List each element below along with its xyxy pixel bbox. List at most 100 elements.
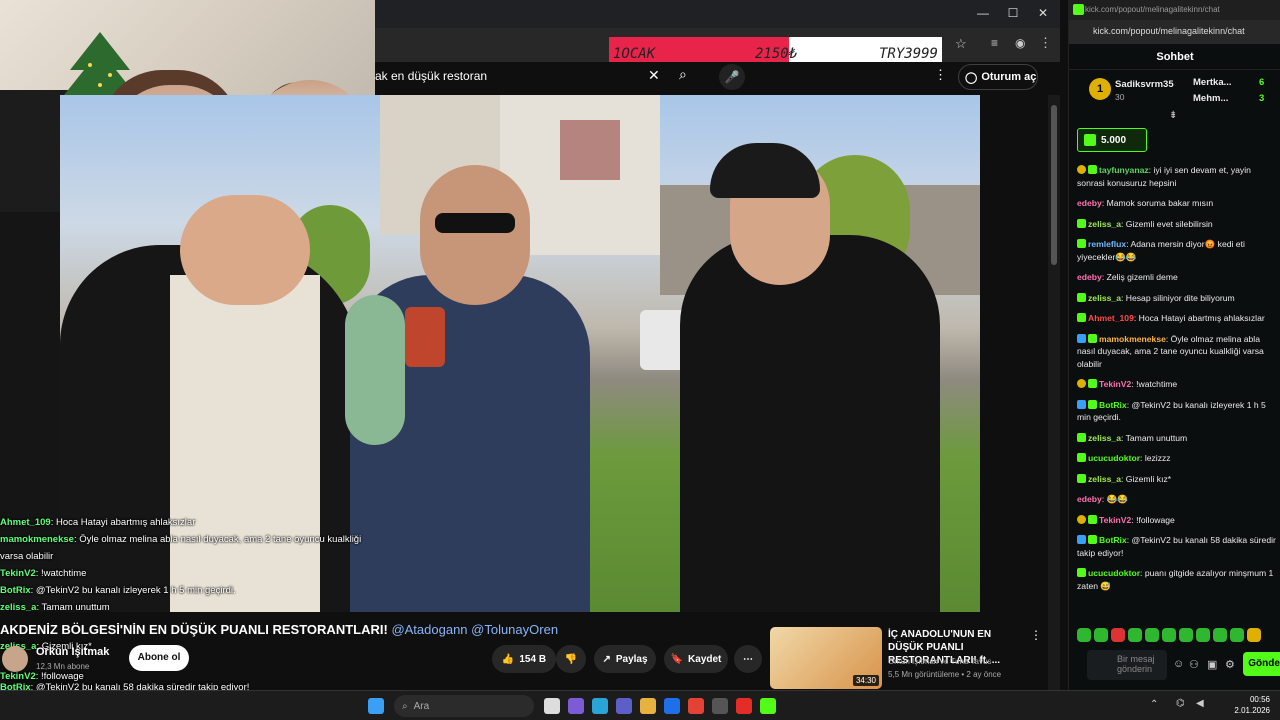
channel-name[interactable]: Orkun Işıtmak bbox=[36, 646, 109, 658]
clock-date: 2.01.2026 bbox=[1234, 706, 1270, 715]
users-icon[interactable]: ⚇ bbox=[1189, 658, 1199, 671]
leader-count: 30 bbox=[1115, 92, 1125, 102]
chat-message[interactable]: Ahmet_109: Hoca Hatayi abartmış ahlaksız… bbox=[1077, 312, 1277, 325]
dislike-button[interactable]: 👎 bbox=[556, 645, 586, 673]
task-view-icon[interactable] bbox=[544, 698, 560, 714]
kick-icon[interactable] bbox=[760, 698, 776, 714]
close-icon[interactable]: ✕ bbox=[1033, 6, 1053, 20]
chat-message[interactable]: zeliss_a: Tamam unuttum bbox=[1077, 432, 1277, 445]
scrollbar-thumb[interactable] bbox=[1051, 105, 1057, 265]
clear-search-icon[interactable]: ✕ bbox=[648, 67, 660, 84]
signin-label: Oturum aç bbox=[981, 71, 1037, 83]
sub-badge-icon bbox=[1077, 453, 1086, 462]
more-options-icon[interactable]: ⋮ bbox=[934, 67, 947, 83]
overlay-chat-line: zeliss_a: Tamam unuttum bbox=[0, 602, 110, 613]
leader-name[interactable]: Mertka... bbox=[1193, 77, 1232, 88]
like-count: 154 B bbox=[519, 653, 547, 665]
chat-message[interactable]: ucucudoktor: puanı gitgide azalıyor minş… bbox=[1077, 567, 1277, 592]
title-mentions[interactable]: @Atadogann @TolunayOren bbox=[391, 622, 558, 637]
chat-message[interactable]: mamokmenekse: Öyle olmaz melina abla nas… bbox=[1077, 333, 1277, 371]
sub-goal-badge[interactable]: 5.000 bbox=[1077, 128, 1147, 152]
gift-icon[interactable]: ▣ bbox=[1207, 658, 1217, 671]
emote-icon[interactable] bbox=[1128, 628, 1142, 642]
recommended-menu-icon[interactable]: ⋮ bbox=[1030, 628, 1042, 642]
verified-badge-icon bbox=[1088, 399, 1097, 409]
recommended-channel[interactable]: Orkun Işıtmak ve Tuna Tavus bbox=[888, 657, 991, 666]
store-icon[interactable] bbox=[664, 698, 680, 714]
profile-icon[interactable]: ◉ bbox=[1015, 36, 1025, 50]
media-icon[interactable]: ≡ bbox=[991, 36, 998, 50]
chat-header: Sohbet bbox=[1069, 44, 1280, 70]
save-button[interactable]: 🔖 Kaydet bbox=[664, 645, 728, 673]
chat-input-row: Bir mesaj gönderin ☺ ⚇ ▣ ⚙ Gönder bbox=[1077, 648, 1280, 682]
chat-message[interactable]: BotRix: @TekinV2 bu kanalı izleyerek 1 h… bbox=[1077, 399, 1277, 424]
browser-menu-icon[interactable]: ⋮ bbox=[1039, 35, 1052, 51]
tray-chevron-icon[interactable]: ⌃ bbox=[1150, 699, 1158, 710]
file-explorer-icon[interactable] bbox=[640, 698, 656, 714]
sub-badge-icon bbox=[1077, 432, 1086, 442]
kick-address-bar[interactable]: kick.com/popout/melinagalitekinn/chat bbox=[1069, 20, 1280, 44]
emote-icon[interactable] bbox=[1247, 628, 1261, 642]
more-actions-button[interactable]: ⋯ bbox=[734, 645, 762, 673]
chat-message[interactable]: edeby: 😂😂 bbox=[1077, 493, 1277, 506]
edge-icon[interactable] bbox=[592, 698, 608, 714]
page-scrollbar[interactable] bbox=[1048, 95, 1060, 690]
obs-icon[interactable] bbox=[712, 698, 728, 714]
leader-name[interactable]: Sadiksvrm35 bbox=[1115, 79, 1174, 90]
account-icon: ◯ bbox=[965, 71, 978, 84]
kick-logo-icon bbox=[1073, 4, 1084, 15]
chat-message[interactable]: TekinV2: !watchtime bbox=[1077, 378, 1277, 391]
chat-message[interactable]: zeliss_a: Hesap siliniyor dite biliyorum bbox=[1077, 292, 1277, 305]
chat-message[interactable]: ucucudoktor: lezizzz bbox=[1077, 452, 1277, 465]
like-button[interactable]: 👍 154 B bbox=[492, 645, 556, 673]
emote-icon[interactable] bbox=[1162, 628, 1176, 642]
search-input[interactable]: ak en düşük restoran bbox=[375, 69, 487, 83]
signin-button[interactable]: ◯ Oturum aç bbox=[958, 64, 1038, 90]
chat-message[interactable]: TekinV2: !followage bbox=[1077, 514, 1277, 527]
emote-icon[interactable] bbox=[1111, 628, 1125, 642]
copilot-icon[interactable] bbox=[568, 698, 584, 714]
chat-message[interactable]: BotRix: @TekinV2 bu kanalı 58 dakika sür… bbox=[1077, 534, 1277, 559]
chat-message[interactable]: edeby: Zeliş gizemli deme bbox=[1077, 271, 1277, 284]
leader-name[interactable]: Mehm... bbox=[1193, 93, 1228, 104]
chat-message[interactable]: remleflux: Adana mersin diyor😡 kedi eti … bbox=[1077, 238, 1277, 263]
maximize-icon[interactable]: ☐ bbox=[1003, 6, 1023, 20]
recommended-thumbnail[interactable]: 34:30 bbox=[770, 627, 882, 689]
chat-message[interactable]: edeby: Mamok soruma bakar mısın bbox=[1077, 197, 1277, 210]
chat-message-input[interactable]: Bir mesaj gönderin bbox=[1087, 650, 1167, 680]
sunglasses bbox=[435, 213, 515, 233]
bookmark-star-icon[interactable]: ☆ bbox=[955, 36, 967, 52]
settings-gear-icon[interactable]: ⚙ bbox=[1225, 658, 1235, 671]
collapse-pin-icon[interactable]: ⇟ bbox=[1169, 110, 1177, 121]
share-button[interactable]: ↗ Paylaş bbox=[594, 645, 656, 673]
chat-message[interactable]: tayfunyanaz: iyi iyi sen devam et, yayin… bbox=[1077, 164, 1277, 189]
chat-message[interactable]: zeliss_a: Gizemli kız* bbox=[1077, 473, 1277, 486]
taskbar-clock[interactable]: 00:56 2.01.2026 bbox=[1234, 694, 1270, 716]
emote-icon[interactable] bbox=[1179, 628, 1193, 642]
windows-start-icon[interactable] bbox=[368, 698, 384, 714]
emote-icon[interactable] bbox=[1213, 628, 1227, 642]
leader-count: 3 bbox=[1259, 93, 1265, 104]
volume-icon[interactable]: ◀ bbox=[1196, 698, 1204, 709]
emoji-picker-icon[interactable]: ☺ bbox=[1173, 658, 1184, 670]
emote-icon[interactable] bbox=[1230, 628, 1244, 642]
emote-icon[interactable] bbox=[1077, 628, 1091, 642]
teams-icon[interactable] bbox=[616, 698, 632, 714]
emote-icon[interactable] bbox=[1145, 628, 1159, 642]
overlay-chat-line: mamokmenekse: Öyle olmaz melina abla nas… bbox=[0, 534, 362, 545]
network-icon[interactable]: ⌬ bbox=[1176, 698, 1185, 709]
gold-rank-icon: 1 bbox=[1089, 78, 1111, 100]
search-icon[interactable]: ⌕ bbox=[679, 66, 687, 83]
chat-message[interactable]: zeliss_a: Gizemli evet silebilirsin bbox=[1077, 218, 1277, 231]
emote-icon[interactable] bbox=[1196, 628, 1210, 642]
emote-icon[interactable] bbox=[1094, 628, 1108, 642]
kick-window-titlebar: kick.com/popout/melinagalitekinn/chat bbox=[1069, 0, 1280, 20]
bot-badge-icon bbox=[1077, 535, 1086, 544]
send-button[interactable]: Gönder bbox=[1243, 652, 1280, 676]
chrome-icon[interactable] bbox=[688, 698, 704, 714]
youtube-icon[interactable] bbox=[736, 698, 752, 714]
microphone-icon[interactable]: 🎤 bbox=[719, 64, 745, 90]
bot-badge-icon bbox=[1077, 399, 1086, 409]
taskbar-search[interactable]: ⌕ Ara bbox=[394, 695, 534, 717]
minimize-icon[interactable]: — bbox=[973, 6, 993, 20]
